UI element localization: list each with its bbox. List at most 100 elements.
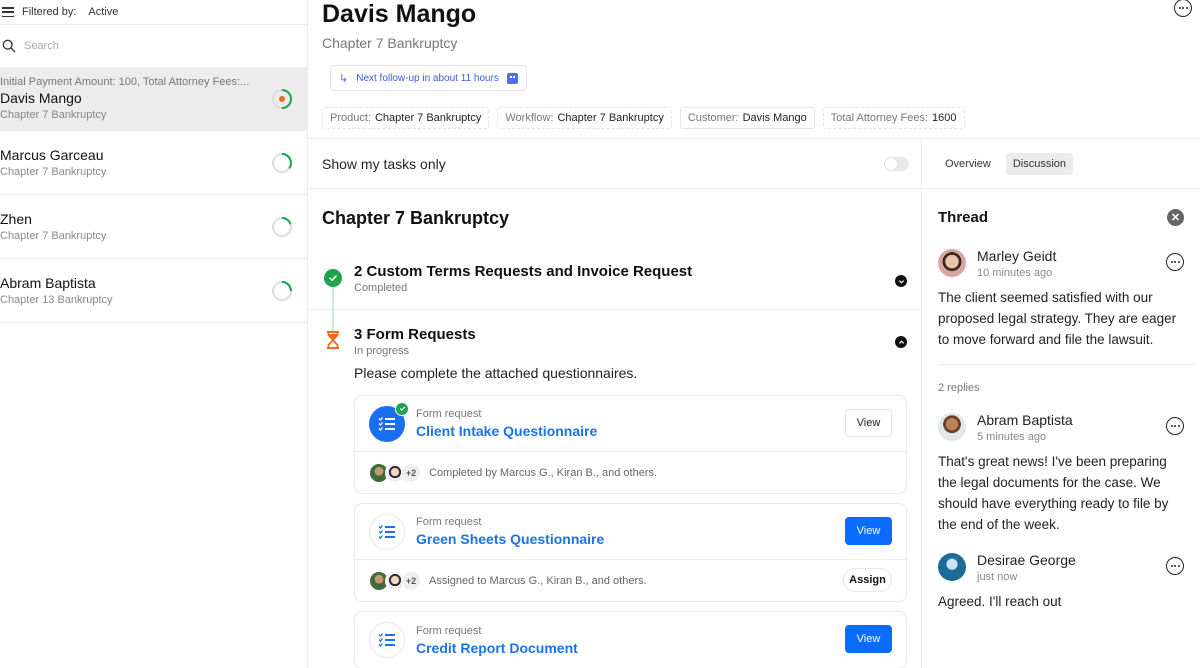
chevron-up-icon[interactable]: [895, 336, 907, 348]
tasks-column: Show my tasks only Chapter 7 Bankruptcy …: [308, 139, 922, 668]
form-footer-text: Assigned to Marcus G., Kiran B., and oth…: [429, 574, 647, 587]
tasks-filter-row: Show my tasks only: [308, 139, 921, 189]
show-my-tasks-label: Show my tasks only: [322, 155, 446, 172]
assignee-avatars[interactable]: +2: [369, 462, 421, 483]
case-product: Chapter 7 Bankruptcy: [0, 109, 107, 121]
chip-value: 1600: [932, 112, 957, 124]
tab-overview[interactable]: Overview: [938, 153, 998, 175]
form-request-card: Form request Green Sheets Questionnaire …: [354, 503, 907, 602]
more-assignees-count: +2: [401, 462, 421, 483]
comment-author: Desirae George: [977, 551, 1076, 568]
step-title: 2 Custom Terms Requests and Invoice Requ…: [354, 263, 693, 280]
step-title: 3 Form Requests: [354, 326, 476, 343]
hourglass-icon: [324, 330, 342, 355]
avatar: [938, 553, 966, 581]
view-button[interactable]: View: [845, 517, 892, 545]
more-options-icon[interactable]: [1174, 0, 1192, 17]
more-options-icon[interactable]: [1166, 253, 1184, 271]
attribute-chips: Product: Chapter 7 Bankruptcy Workflow: Ch…: [322, 107, 965, 129]
case-name: Davis Mango: [0, 90, 82, 106]
followup-text: Next follow-up in about 11 hours: [356, 72, 499, 84]
robot-icon: [506, 72, 518, 84]
step-status: In progress: [354, 345, 410, 357]
more-options-icon[interactable]: [1166, 557, 1184, 575]
progress-ring: [272, 88, 292, 109]
avatar: [938, 249, 966, 277]
form-kind: Form request: [416, 624, 482, 637]
filter-label: Filtered by:: [22, 6, 77, 18]
chip-attorney-fees[interactable]: Total Attorney Fees: 1600: [822, 107, 965, 129]
assign-button[interactable]: Assign: [843, 568, 892, 592]
comment-reply: Desirae George just now Agreed. I'll rea…: [923, 549, 1200, 612]
check-circle-icon: [324, 269, 342, 287]
filter-value[interactable]: Active: [88, 6, 118, 18]
chip-product[interactable]: Product: Chapter 7 Bankruptcy: [322, 107, 490, 129]
case-list-item[interactable]: Marcus Garceau Chapter 7 Bankruptcy: [0, 131, 307, 195]
form-request-card: Form request Credit Report Document View: [354, 611, 907, 668]
checklist-icon: [369, 401, 409, 442]
step-status: Completed: [354, 282, 408, 294]
form-title-link[interactable]: Client Intake Questionnaire: [416, 423, 597, 439]
thread-title: Thread: [938, 208, 989, 226]
case-product: Chapter 7 Bankruptcy: [0, 166, 107, 178]
workflow-step[interactable]: 2 Custom Terms Requests and Invoice Requ…: [308, 259, 921, 337]
show-my-tasks-toggle[interactable]: [884, 156, 909, 171]
view-button[interactable]: View: [845, 409, 892, 437]
chip-workflow[interactable]: Workflow: Chapter 7 Bankruptcy: [497, 107, 672, 129]
comment-time: 10 minutes ago: [977, 266, 1053, 279]
chip-customer[interactable]: Customer: Davis Mango: [679, 107, 815, 129]
chip-value: Chapter 7 Bankruptcy: [374, 112, 482, 124]
form-title-link[interactable]: Credit Report Document: [416, 640, 578, 656]
comment-author: Abram Baptista: [977, 411, 1073, 428]
form-request-card: Form request Client Intake Questionnaire…: [354, 395, 907, 494]
comment: Marley Geidt 10 minutes ago The client s…: [923, 245, 1200, 350]
discussion-panel: Overview Discussion Thread ✕ Marley Geid…: [923, 139, 1200, 668]
chip-key: Total Attorney Fees:: [830, 112, 929, 124]
case-product: Chapter 13 Bankruptcy: [0, 294, 113, 306]
case-list-item[interactable]: Initial Payment Amount: 100, Total Attor…: [0, 67, 307, 131]
case-list-item[interactable]: Zhen Chapter 7 Bankruptcy: [0, 195, 307, 259]
step-description: Please complete the attached questionnai…: [354, 365, 638, 381]
form-title-link[interactable]: Green Sheets Questionnaire: [416, 531, 604, 547]
form-kind: Form request: [416, 516, 482, 528]
case-product: Chapter 7 Bankruptcy: [0, 230, 107, 242]
comment-author: Marley Geidt: [977, 247, 1057, 264]
chip-value: Chapter 7 Bankruptcy: [557, 112, 664, 124]
view-button[interactable]: View: [845, 625, 892, 653]
assignee-avatars[interactable]: +2: [369, 570, 421, 591]
case-list-item[interactable]: Abram Baptista Chapter 13 Bankruptcy: [0, 259, 307, 323]
menu-icon[interactable]: [2, 7, 14, 17]
chevron-down-icon[interactable]: [895, 275, 907, 287]
workflow-title: Chapter 7 Bankruptcy: [322, 208, 510, 228]
case-name: Abram Baptista: [0, 275, 96, 291]
form-kind: Form request: [416, 408, 482, 420]
case-name: Zhen: [0, 211, 32, 227]
workflow-step[interactable]: 3 Form Requests In progress Please compl…: [308, 310, 921, 381]
more-options-icon[interactable]: [1166, 417, 1184, 435]
close-icon[interactable]: ✕: [1167, 208, 1184, 226]
checklist-icon: [369, 622, 405, 658]
form-request-list: Form request Client Intake Questionnaire…: [308, 395, 921, 668]
panel-tabs: Overview Discussion: [923, 139, 1200, 189]
completed-badge-icon: [395, 401, 409, 416]
checklist-icon: [369, 513, 405, 550]
replies-count[interactable]: 2 replies: [923, 365, 1200, 409]
more-assignees-count: +2: [401, 570, 421, 591]
active-indicator-dot: [279, 95, 285, 102]
search-input[interactable]: [24, 40, 264, 52]
avatar: [938, 413, 966, 441]
form-footer-text: Completed by Marcus G., Kiran B., and ot…: [429, 466, 658, 479]
thread-header: Thread ✕: [923, 189, 1200, 245]
filter-bar[interactable]: Filtered by: Active: [0, 0, 307, 25]
page-title: Davis Mango: [322, 0, 477, 28]
redirect-arrow-icon: ↳: [339, 72, 349, 85]
chip-key: Workflow:: [505, 112, 554, 124]
comment-reply: Abram Baptista 5 minutes ago That's grea…: [923, 409, 1200, 535]
case-meta: Initial Payment Amount: 100, Total Attor…: [0, 76, 250, 88]
case-list-sidebar: Filtered by: Active Initial Payment Amou…: [0, 0, 308, 668]
comment-time: 5 minutes ago: [977, 430, 1047, 443]
tab-discussion[interactable]: Discussion: [1005, 152, 1074, 175]
case-name: Marcus Garceau: [0, 147, 104, 163]
followup-pill[interactable]: ↳ Next follow-up in about 11 hours: [330, 65, 527, 91]
chip-value: Davis Mango: [742, 112, 807, 124]
